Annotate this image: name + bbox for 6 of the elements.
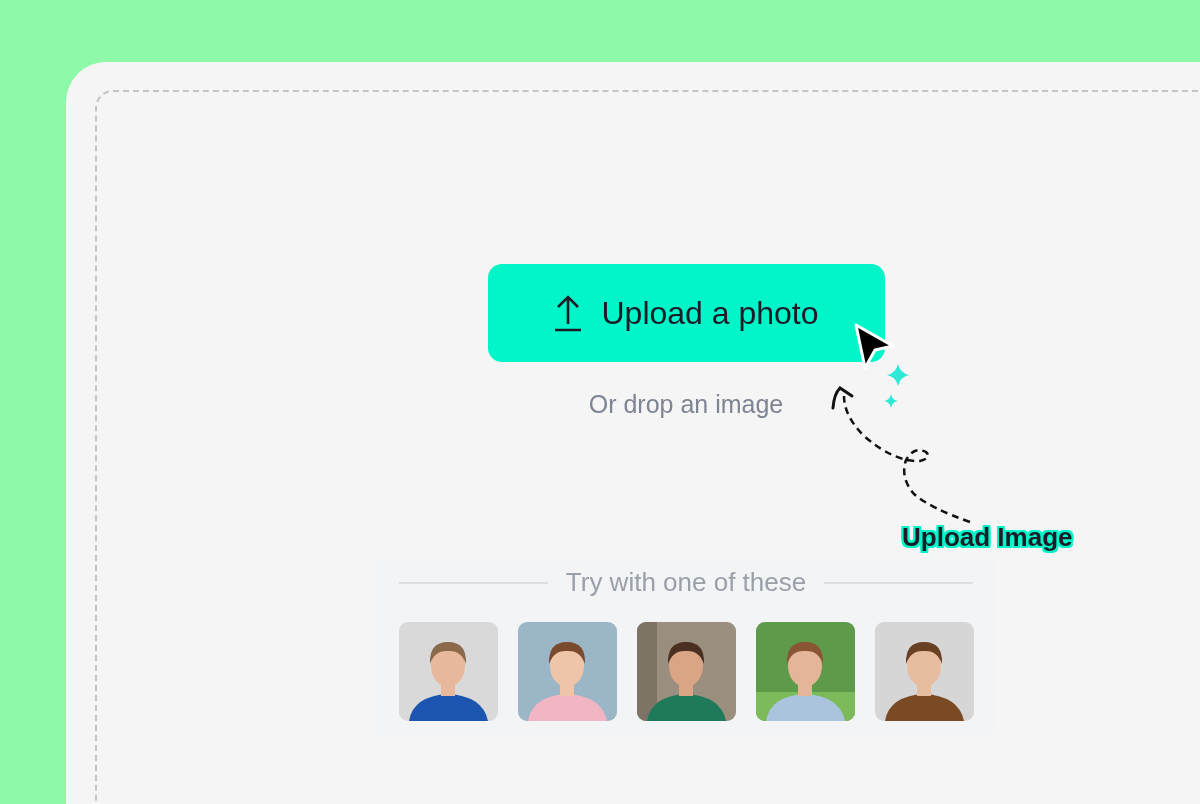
cursor-icon — [853, 322, 897, 372]
drop-hint: Or drop an image — [588, 390, 784, 419]
samples-heading: Try with one of these — [565, 567, 807, 598]
annotation-label: Upload Image — [902, 522, 1073, 553]
upload-button[interactable]: Upload a photo — [487, 264, 885, 362]
upload-icon — [553, 294, 584, 332]
